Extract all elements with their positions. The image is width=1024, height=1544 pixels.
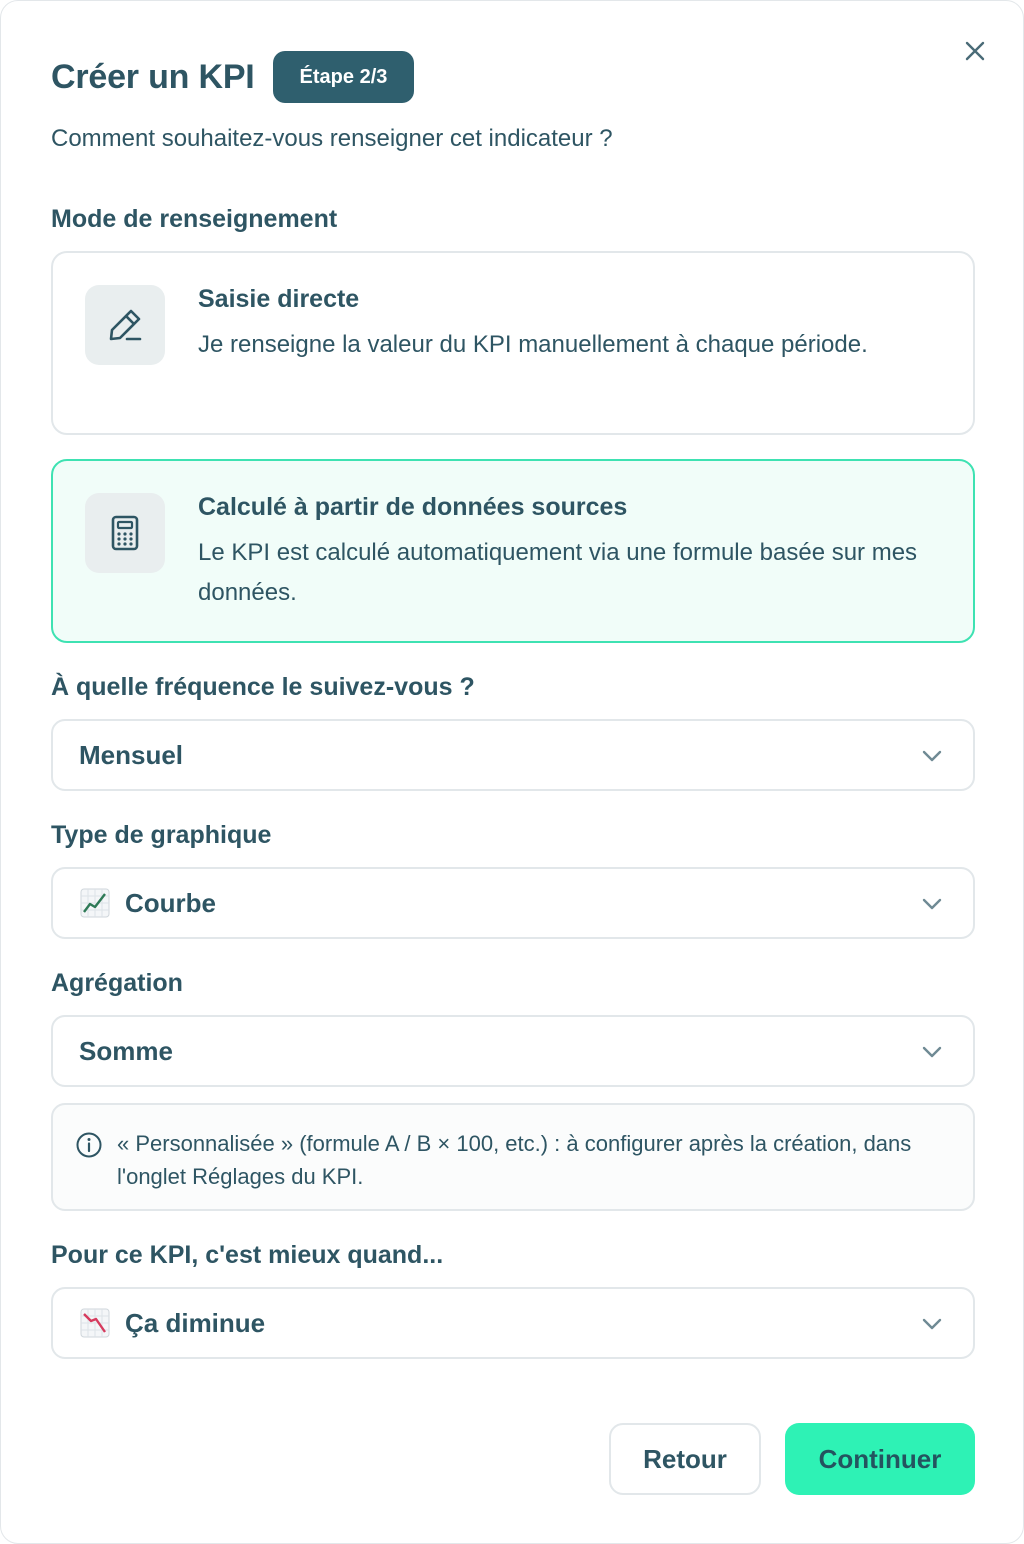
chevron-down-icon <box>922 750 942 762</box>
calculator-icon <box>85 493 165 573</box>
dialog-title: Créer un KPI <box>51 57 255 96</box>
option-title: Calculé à partir de données sources <box>198 493 628 521</box>
frequency-label: À quelle fréquence le suivez-vous ? <box>51 673 475 701</box>
info-icon <box>76 1132 102 1158</box>
create-kpi-dialog: Créer un KPI Étape 2/3 Comment souhaitez… <box>0 0 1024 1544</box>
aggregation-value: Somme <box>79 1035 173 1066</box>
frequency-value: Mensuel <box>79 739 184 770</box>
option-title: Saisie directe <box>198 285 360 313</box>
mode-label: Mode de renseignement <box>51 205 338 233</box>
dialog-subtitle: Comment souhaitez-vous renseigner cet in… <box>51 125 613 152</box>
step-badge: Étape 2/3 <box>272 51 415 103</box>
option-description: Je renseigne la valeur du KPI manuelleme… <box>198 331 868 358</box>
chevron-down-icon <box>922 1046 942 1058</box>
dialog-header: Créer un KPI Étape 2/3 <box>51 51 415 103</box>
chart-increasing-icon <box>79 887 111 919</box>
back-button[interactable]: Retour <box>609 1423 761 1495</box>
mode-option-calculated[interactable]: Calculé à partir de données sources Le K… <box>51 459 975 643</box>
close-icon <box>965 41 985 61</box>
mode-option-direct-entry[interactable]: Saisie directe Je renseigne la valeur du… <box>51 251 975 435</box>
option-description: Le KPI est calculé automatiquement via u… <box>198 539 918 606</box>
continue-button[interactable]: Continuer <box>785 1423 975 1495</box>
chart-type-select[interactable]: Courbe <box>51 867 975 939</box>
aggregation-info-box: « Personnalisée » (formule A / B × 100, … <box>51 1103 975 1211</box>
chevron-down-icon <box>922 898 942 910</box>
aggregation-select[interactable]: Somme <box>51 1015 975 1087</box>
chevron-down-icon <box>922 1318 942 1330</box>
info-text: « Personnalisée » (formule A / B × 100, … <box>117 1131 912 1189</box>
close-button[interactable] <box>959 35 991 67</box>
chart-decreasing-icon <box>79 1307 111 1339</box>
aggregation-label: Agrégation <box>51 969 183 997</box>
frequency-select[interactable]: Mensuel <box>51 719 975 791</box>
direction-value: Ça diminue <box>125 1307 266 1338</box>
direction-select[interactable]: Ça diminue <box>51 1287 975 1359</box>
chart-type-value: Courbe <box>125 887 216 918</box>
pencil-icon <box>85 285 165 365</box>
direction-label: Pour ce KPI, c'est mieux quand... <box>51 1241 444 1269</box>
chart-type-label: Type de graphique <box>51 821 272 849</box>
